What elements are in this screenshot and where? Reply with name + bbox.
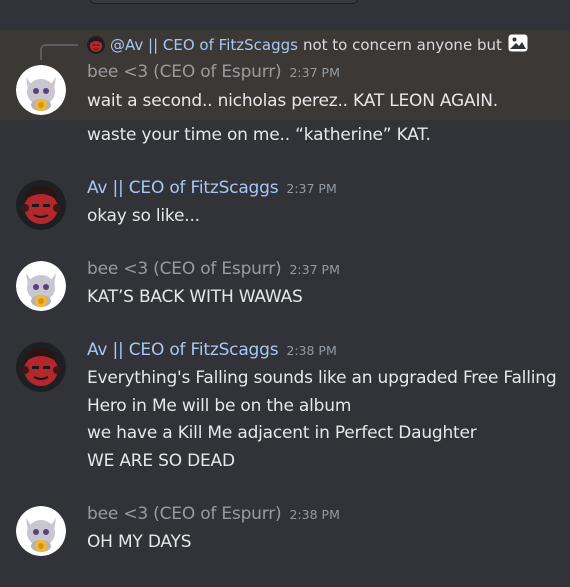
message-header: bee <3 (CEO of Espurr) 2:38 PM <box>87 504 570 528</box>
espurr-avatar[interactable] <box>16 65 66 115</box>
message-header: Av || CEO of FitzScaggs 2:37 PM <box>87 178 570 202</box>
message-line: OH MY DAYS <box>87 532 192 552</box>
timestamp[interactable]: 2:37 PM <box>289 262 339 277</box>
message-line: KAT’S BACK WITH WAWAS <box>87 287 303 307</box>
timestamp[interactable]: 2:37 PM <box>289 65 339 80</box>
reply-preview-text[interactable]: not to concern anyone but <box>303 36 502 54</box>
message-line: waste your time on me.. “katherine” KAT. <box>87 124 431 145</box>
message-line: Hero in Me will be on the album <box>87 395 352 416</box>
message-header: Av || CEO of FitzScaggs 2:38 PM <box>87 340 570 364</box>
username[interactable]: bee <3 (CEO of Espurr) <box>87 62 282 82</box>
timestamp[interactable]: 2:38 PM <box>286 343 336 358</box>
reply-username[interactable]: @Av || CEO of FitzScaggs <box>110 36 298 54</box>
reply-reference[interactable]: @Av || CEO of FitzScaggs not to concern … <box>87 34 528 56</box>
red-face-avatar[interactable] <box>16 180 66 230</box>
message-header: bee <3 (CEO of Espurr) 2:37 PM <box>87 62 570 86</box>
message-line: we have a Kill Me adjacent in Perfect Da… <box>87 423 477 443</box>
reply-avatar[interactable] <box>87 36 105 54</box>
message-line: okay so like... <box>87 206 200 226</box>
image-icon <box>508 34 528 56</box>
username[interactable]: Av || CEO of FitzScaggs <box>87 178 279 198</box>
username[interactable]: bee <3 (CEO of Espurr) <box>87 259 282 279</box>
message-header: bee <3 (CEO of Espurr) 2:37 PM <box>87 259 570 283</box>
username[interactable]: Av || CEO of FitzScaggs <box>87 340 279 360</box>
message-line: wait a second.. nicholas perez.. KAT LEO… <box>87 91 498 111</box>
previous-embed-edge <box>90 0 358 4</box>
reply-spine <box>40 44 78 60</box>
timestamp[interactable]: 2:38 PM <box>289 507 339 522</box>
espurr-avatar[interactable] <box>16 261 66 311</box>
espurr-avatar[interactable] <box>16 506 66 556</box>
red-face-avatar[interactable] <box>16 342 66 392</box>
username[interactable]: bee <3 (CEO of Espurr) <box>87 504 282 524</box>
timestamp[interactable]: 2:37 PM <box>286 181 336 196</box>
message-line: WE ARE SO DEAD <box>87 450 235 471</box>
message-line: Everything's Falling sounds like an upgr… <box>87 368 557 388</box>
